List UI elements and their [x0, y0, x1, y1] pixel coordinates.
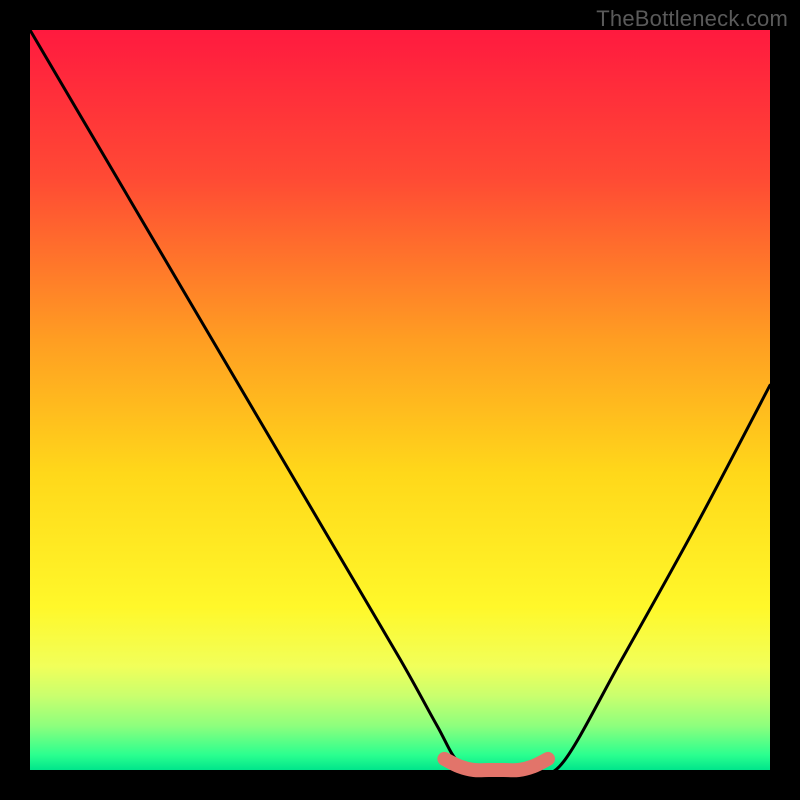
watermark-text: TheBottleneck.com [596, 6, 788, 32]
chart-svg [0, 0, 800, 800]
chart-frame: TheBottleneck.com [0, 0, 800, 800]
